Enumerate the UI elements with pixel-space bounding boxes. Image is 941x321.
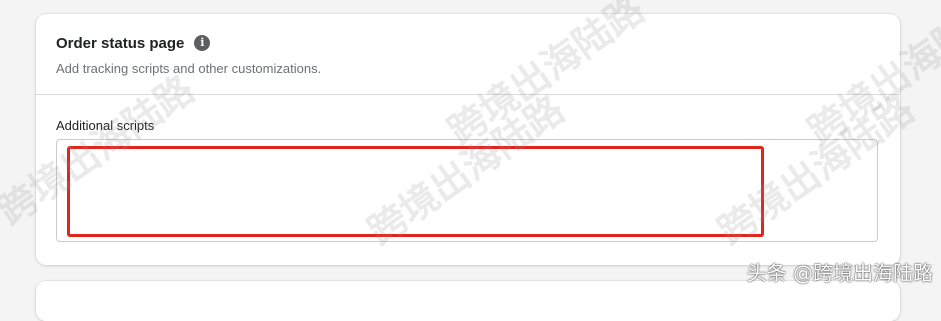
order-status-card: Order status page i Add tracking scripts… bbox=[36, 14, 900, 265]
title-row: Order status page i bbox=[56, 34, 880, 52]
section-title: Order status page bbox=[56, 34, 185, 52]
additional-scripts-textarea[interactable] bbox=[57, 140, 877, 241]
card-header: Order status page i Add tracking scripts… bbox=[56, 34, 880, 77]
additional-scripts-field[interactable] bbox=[56, 139, 878, 242]
section-subtitle: Add tracking scripts and other customiza… bbox=[56, 61, 322, 76]
additional-scripts-label: Additional scripts bbox=[56, 118, 155, 133]
info-icon[interactable]: i bbox=[194, 35, 211, 51]
divider bbox=[36, 94, 900, 95]
next-card bbox=[36, 281, 900, 321]
